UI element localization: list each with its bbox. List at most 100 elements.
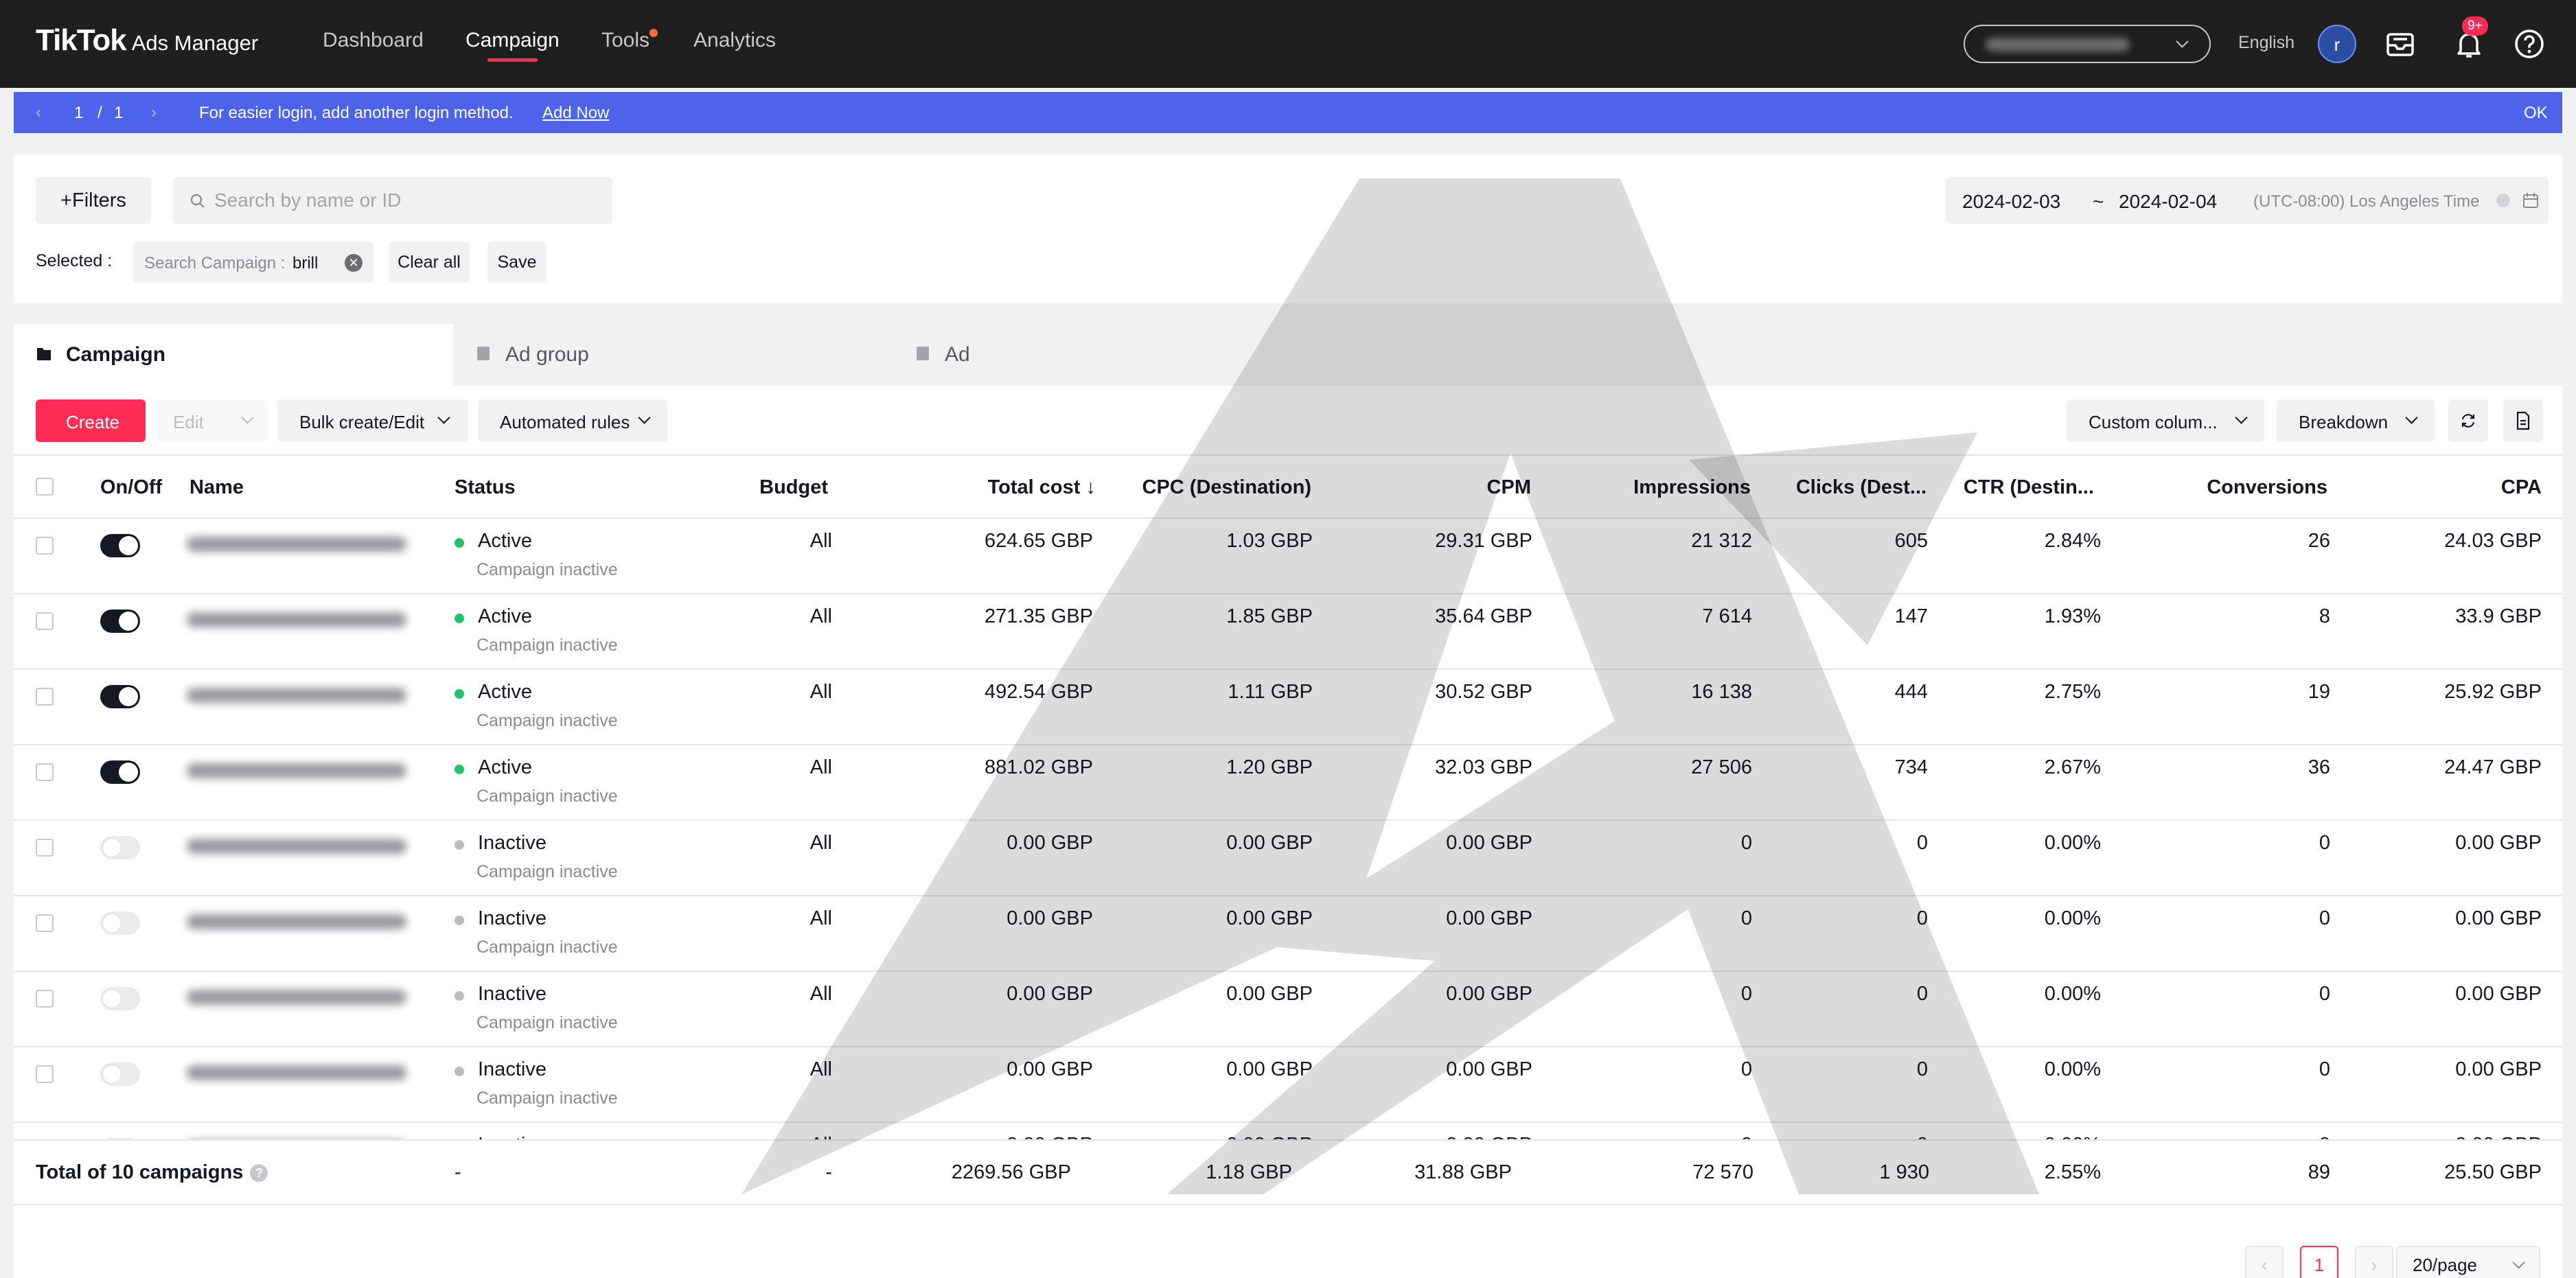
cost-cell: 492.54 GBP (985, 681, 1093, 703)
table-row[interactable]: Active Campaign inactive All 271.35 GBP 1.85… (14, 594, 2562, 670)
cpc-cell: 0.00 GBP (1226, 983, 1313, 1005)
custom-columns-button[interactable]: Custom colum... (2067, 399, 2264, 442)
status-subtext: Campaign inactive (476, 711, 618, 730)
search-input[interactable] (214, 177, 599, 224)
campaign-name-redacted[interactable] (187, 612, 406, 627)
breakdown-button[interactable]: Breakdown (2277, 399, 2435, 442)
date-range-picker[interactable]: 2024-02-03 ~ 2024-02-04 (UTC-08:00) Los … (1946, 177, 2549, 224)
table-row[interactable]: Inactive Campaign inactive All 0.00 GBP 0.00… (14, 896, 2562, 972)
on-off-toggle[interactable] (100, 760, 140, 784)
campaign-name-redacted[interactable] (187, 688, 406, 703)
select-all-checkbox[interactable] (36, 478, 54, 496)
campaign-name-redacted[interactable] (187, 914, 406, 929)
nav-tools[interactable]: Tools (601, 29, 658, 52)
tiktok-ads-manager-logo[interactable]: TikTok Ads Manager (36, 23, 258, 58)
language-switch[interactable]: English (2238, 33, 2295, 53)
table-row[interactable]: Active Campaign inactive All 492.54 GBP 1.11… (14, 670, 2562, 745)
total-cpa: 25.50 GBP (2444, 1161, 2542, 1183)
cpa-cell: 0.00 GBP (2455, 1058, 2542, 1080)
account-selector[interactable] (1964, 25, 2211, 63)
col-conversions[interactable]: Conversions (2207, 476, 2327, 499)
campaign-name-redacted[interactable] (187, 763, 406, 778)
col-cpc[interactable]: CPC (Destination) (1142, 476, 1312, 499)
col-impressions[interactable]: Impressions (1633, 476, 1751, 499)
col-budget[interactable]: Budget (759, 476, 828, 499)
avatar[interactable]: r (2318, 25, 2356, 63)
help-icon[interactable] (2513, 27, 2546, 60)
bulk-create-edit-button[interactable]: Bulk create/Edit (277, 399, 468, 442)
cpc-cell: 1.20 GBP (1226, 756, 1313, 778)
on-off-toggle[interactable] (100, 609, 140, 633)
col-name[interactable]: Name (189, 476, 244, 499)
row-checkbox[interactable] (36, 839, 54, 857)
edit-button[interactable]: Edit (157, 399, 268, 442)
add-now-link[interactable]: Add Now (542, 104, 609, 123)
export-button[interactable] (2503, 399, 2543, 442)
page-size-select[interactable]: 20/page (2396, 1246, 2540, 1278)
on-off-toggle[interactable] (100, 836, 140, 859)
table-row[interactable]: Inactive Campaign inactive All 0.00 GBP 0.00… (14, 1047, 2562, 1123)
on-off-toggle[interactable] (100, 987, 140, 1010)
pagination-next[interactable]: › (2355, 1246, 2393, 1278)
filters-button[interactable]: +Filters (36, 177, 151, 224)
table-row[interactable]: Inactive Campaign inactive All 0.00 GBP 0.00… (14, 821, 2562, 896)
nav-analytics[interactable]: Analytics (693, 29, 776, 52)
next-icon[interactable]: › (151, 103, 157, 122)
notification-badge: 9+ (2462, 16, 2488, 36)
campaign-name-redacted[interactable] (187, 990, 406, 1005)
col-cpa[interactable]: CPA (2501, 476, 2542, 499)
tab-campaign[interactable]: Campaign (14, 324, 453, 386)
cost-cell: 0.00 GBP (1007, 1058, 1093, 1080)
chevron-down-icon (437, 411, 450, 424)
cpm-cell: 0.00 GBP (1446, 1058, 1532, 1080)
campaign-name-redacted[interactable] (187, 537, 406, 552)
date-start[interactable]: 2024-02-03 (1962, 191, 2060, 213)
prev-icon[interactable]: ‹ (36, 103, 41, 122)
on-off-toggle[interactable] (100, 685, 140, 708)
date-end[interactable]: 2024-02-04 (2119, 191, 2217, 213)
table-row[interactable]: Inactive Campaign inactive All 0.00 GBP 0.00… (14, 972, 2562, 1047)
clear-all-button[interactable]: Clear all (389, 242, 470, 283)
status-dot (455, 916, 464, 925)
on-off-toggle[interactable] (100, 534, 140, 557)
campaign-name-redacted[interactable] (187, 839, 406, 854)
pagination-prev[interactable]: ‹ (2245, 1246, 2284, 1278)
row-checkbox[interactable] (36, 537, 54, 555)
toggle-knob (119, 612, 138, 631)
clear-tag-icon[interactable]: ✕ (345, 254, 363, 272)
refresh-button[interactable] (2448, 399, 2488, 442)
clicks-cell: 0 (1916, 1058, 1928, 1080)
nav-dashboard[interactable]: Dashboard (323, 29, 424, 52)
tab-ad[interactable]: Ad (893, 324, 1332, 386)
tab-ad-group[interactable]: Ad group (453, 324, 893, 386)
col-clicks[interactable]: Clicks (Dest... (1796, 476, 1927, 499)
plus-icon: + (60, 189, 72, 211)
col-total-cost[interactable]: Total cost ↓ (988, 476, 1096, 499)
pagination-page[interactable]: 1 (2300, 1246, 2338, 1278)
create-button[interactable]: Create (36, 399, 146, 442)
nav-campaign[interactable]: Campaign (465, 29, 560, 62)
on-off-toggle[interactable] (100, 1062, 140, 1086)
save-filter-button[interactable]: Save (487, 242, 547, 283)
automated-rules-button[interactable]: Automated rules (478, 399, 667, 442)
row-checkbox[interactable] (36, 688, 54, 706)
col-ctr[interactable]: CTR (Destin... (1964, 476, 2094, 499)
row-checkbox[interactable] (36, 914, 54, 932)
help-icon[interactable]: ? (250, 1164, 268, 1183)
table-row[interactable]: Active Campaign inactive All 881.02 GBP 1.20… (14, 745, 2562, 821)
inbox-icon[interactable] (2384, 27, 2417, 60)
cpa-cell: 25.92 GBP (2444, 681, 2542, 703)
calendar-icon[interactable] (2521, 191, 2540, 210)
status-subtext: Campaign inactive (476, 787, 618, 806)
on-off-toggle[interactable] (100, 911, 140, 935)
col-cpm[interactable]: CPM (1487, 476, 1531, 499)
row-checkbox[interactable] (36, 990, 54, 1008)
table-row[interactable]: Active Campaign inactive All 624.65 GBP 1.03… (14, 519, 2562, 594)
banner-ok-button[interactable]: OK (2524, 104, 2548, 123)
row-checkbox[interactable] (36, 612, 54, 630)
col-status[interactable]: Status (455, 476, 516, 499)
row-checkbox[interactable] (36, 763, 54, 781)
total-status: - (455, 1161, 461, 1183)
campaign-name-redacted[interactable] (187, 1065, 406, 1080)
row-checkbox[interactable] (36, 1065, 54, 1083)
